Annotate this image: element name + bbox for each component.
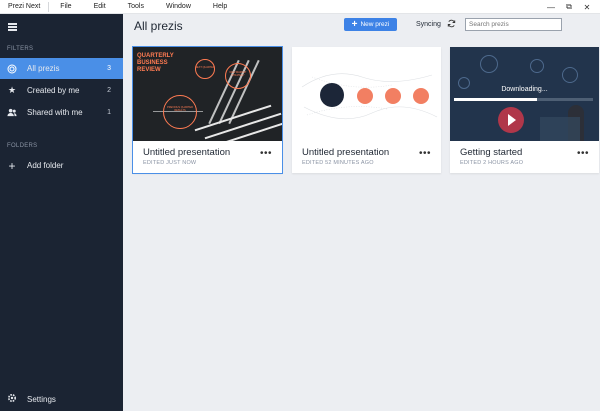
search-input[interactable]: [465, 18, 562, 31]
card-subtitle: EDITED 52 MINUTES AGO: [302, 160, 374, 166]
sidebar-item-count: 1: [107, 109, 111, 116]
menu-edit[interactable]: Edit: [83, 3, 117, 10]
menu-window[interactable]: Window: [155, 3, 202, 10]
close-icon[interactable]: ✕: [578, 3, 596, 12]
download-status: Downloading...: [501, 86, 548, 93]
menu-file[interactable]: File: [49, 3, 82, 10]
thumb-ring-label: NEW MARKET STRATEGY: [229, 71, 247, 77]
sidebar-item-all-prezis[interactable]: All prezis 3: [0, 58, 123, 79]
gear-icon: [7, 393, 17, 405]
sidebar-item-label: Created by me: [27, 86, 80, 95]
page-title: All prezis: [134, 19, 183, 33]
people-icon: [7, 108, 17, 118]
star-icon: ★: [7, 85, 17, 95]
sidebar-item-label: Shared with me: [27, 108, 83, 117]
card-subtitle: EDITED 2 HOURS AGO: [460, 160, 524, 166]
add-folder-button[interactable]: + Add folder: [0, 155, 123, 176]
sidebar-item-shared-with-me[interactable]: Shared with me 1: [0, 102, 123, 123]
thumb-heading: QUARTERLY BUSINESS REVIEW: [137, 53, 174, 73]
thumb-dot: [385, 88, 401, 104]
new-prezi-button[interactable]: + New prezi: [344, 18, 397, 31]
sync-status: Syncing: [416, 21, 441, 28]
thumb-dot: [320, 83, 344, 107]
download-progress-bar: [454, 98, 593, 101]
card-subtitle: EDITED JUST NOW: [143, 160, 197, 166]
thumb-dot: [413, 88, 429, 104]
minimize-icon[interactable]: —: [542, 3, 560, 12]
plus-icon: +: [351, 18, 358, 30]
prezi-card-getting-started[interactable]: Downloading... Getting started EDITED 2 …: [450, 47, 599, 173]
window-controls: — ⧉ ✕: [542, 0, 596, 14]
card-title: Getting started: [460, 147, 523, 158]
app-name: Prezi Next: [0, 1, 50, 12]
sync-icon[interactable]: [447, 19, 456, 28]
menu-help[interactable]: Help: [202, 3, 238, 10]
thumb-ring-label: PREVIOUS QUARTER RESULTS: [167, 106, 193, 112]
prezi-thumbnail[interactable]: QUARTERLY BUSINESS REVIEW NEXT QUARTER N…: [133, 47, 282, 141]
thumb-dot: [357, 88, 373, 104]
target-icon: [7, 64, 17, 74]
restore-icon[interactable]: ⧉: [560, 2, 578, 12]
add-folder-label: Add folder: [27, 161, 64, 170]
sidebar-item-created-by-me[interactable]: ★ Created by me 2: [0, 80, 123, 101]
download-progress-fill: [454, 98, 538, 101]
sidebar-item-count: 3: [107, 65, 111, 72]
thumb-ring-label: NEXT QUARTER: [195, 66, 215, 69]
more-options-icon[interactable]: •••: [577, 148, 589, 159]
more-options-icon[interactable]: •••: [260, 148, 272, 159]
prezi-thumbnail[interactable]: [292, 47, 441, 141]
settings-label: Settings: [27, 394, 56, 404]
sidebar-item-count: 2: [107, 87, 111, 94]
sidebar: FILTERS All prezis 3 ★ Created by me 2 S…: [0, 14, 123, 411]
more-options-icon[interactable]: •••: [419, 148, 431, 159]
menu-tools[interactable]: Tools: [117, 3, 155, 10]
title-menu-bar: Prezi Next File Edit Tools Window Help —…: [0, 0, 600, 14]
hamburger-menu-icon[interactable]: [8, 23, 17, 31]
settings-button[interactable]: Settings: [7, 393, 56, 405]
sidebar-item-label: All prezis: [27, 64, 60, 73]
plus-icon: +: [8, 158, 16, 173]
folders-title: FOLDERS: [7, 143, 38, 149]
new-prezi-label: New prezi: [360, 21, 390, 28]
prezi-thumbnail[interactable]: Downloading...: [450, 47, 599, 141]
filters-title: FILTERS: [7, 46, 34, 52]
prezi-card-quarterly[interactable]: QUARTERLY BUSINESS REVIEW NEXT QUARTER N…: [132, 46, 283, 174]
main-content: All prezis + New prezi Syncing QUARTERLY…: [123, 14, 600, 411]
card-title: Untitled presentation: [143, 147, 231, 158]
prezi-card-dots[interactable]: Untitled presentation EDITED 52 MINUTES …: [292, 47, 441, 173]
card-title: Untitled presentation: [302, 147, 390, 158]
